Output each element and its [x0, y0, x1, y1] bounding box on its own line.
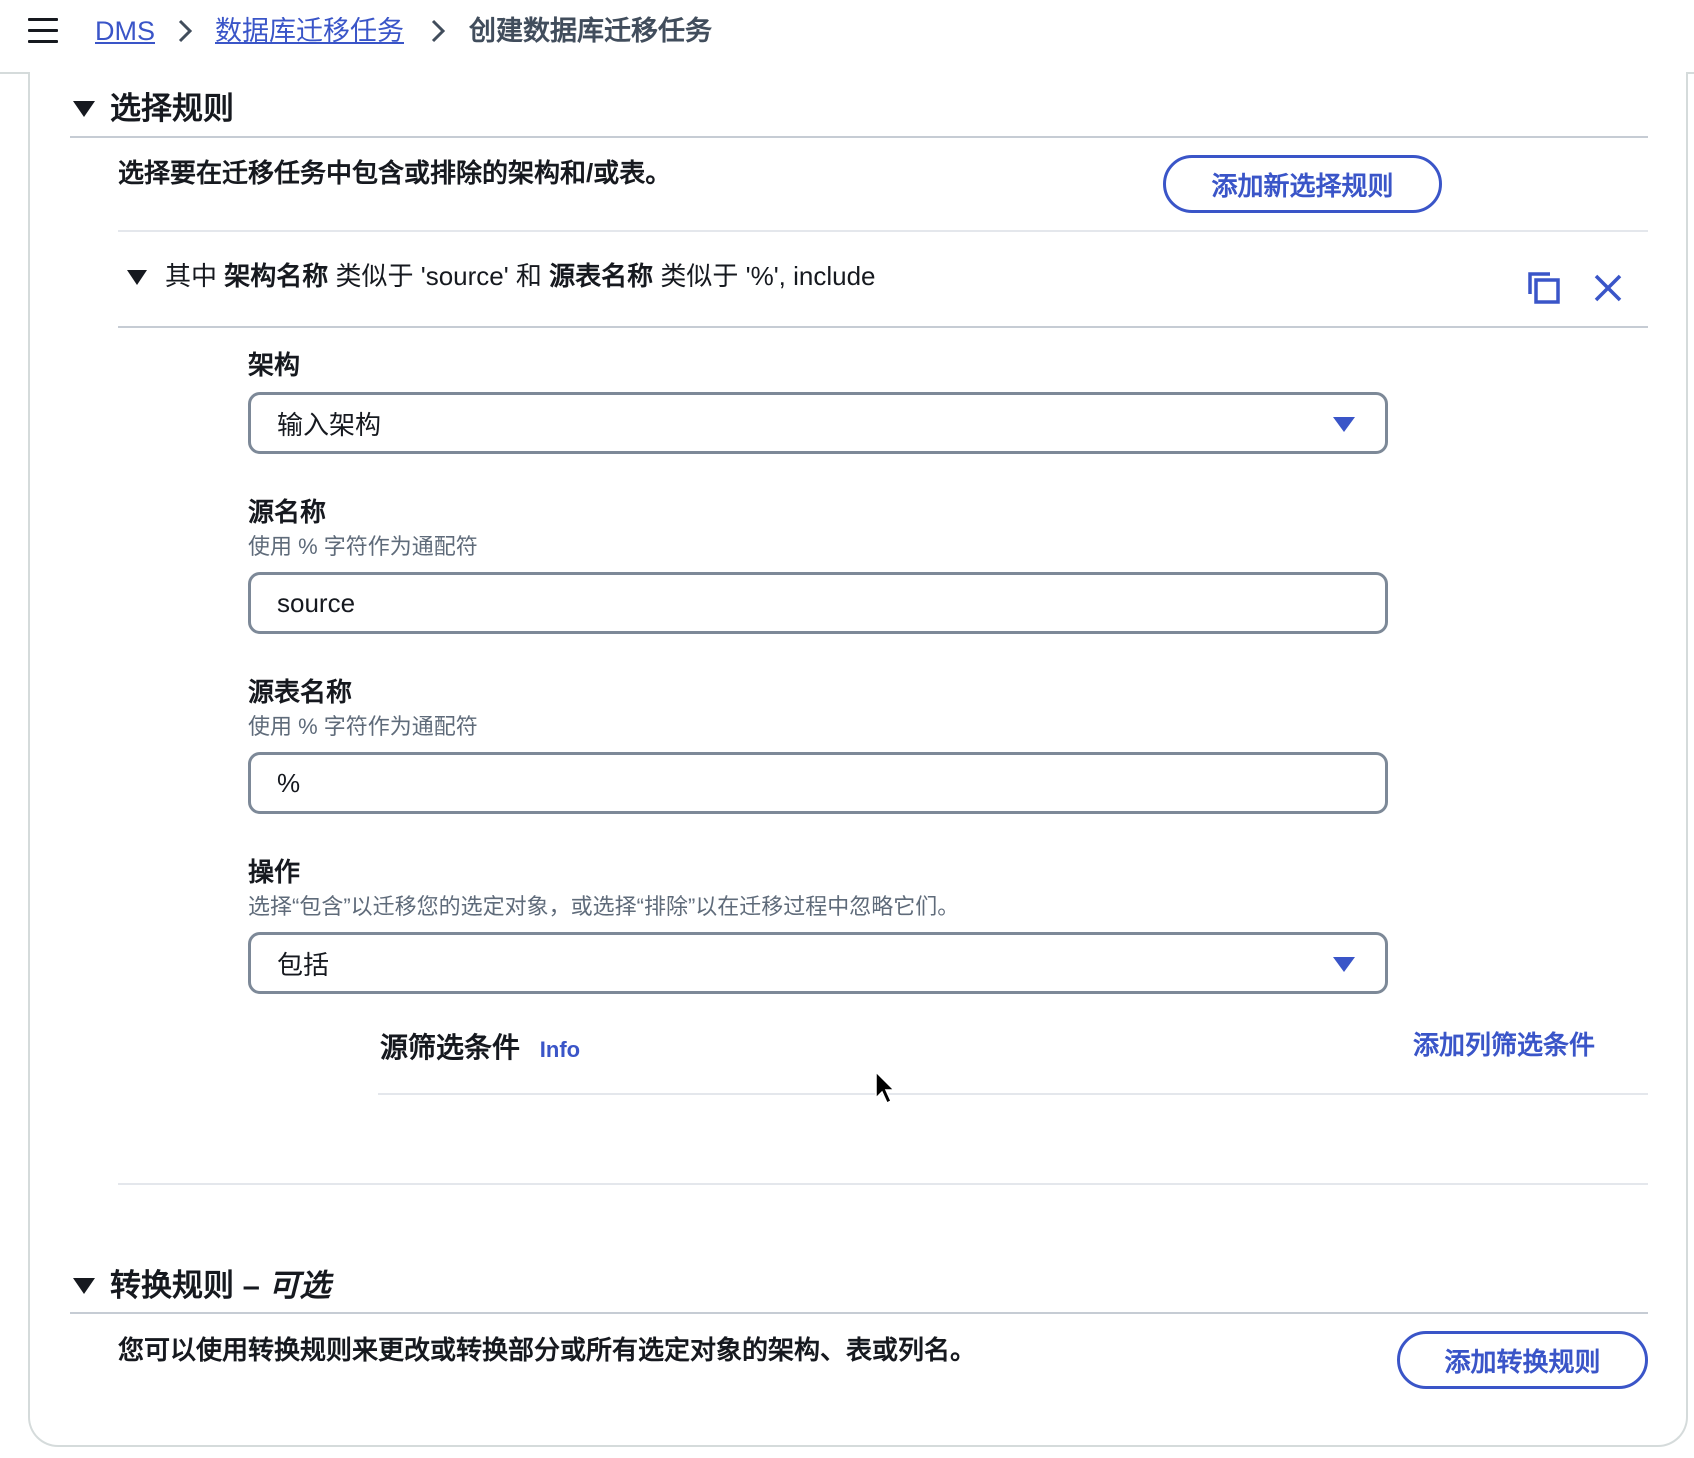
rule-summary[interactable]: 其中 架构名称 类似于 'source' 和 源表名称 类似于 '%', inc… — [165, 259, 876, 293]
transformation-rules-title[interactable]: 转换规则 – 可选 — [110, 1266, 330, 1306]
source-filter-info-link[interactable]: Info — [540, 1037, 580, 1062]
section-divider — [70, 1312, 1648, 1314]
action-select-value: 包括 — [277, 949, 330, 980]
action-select[interactable]: 包括 — [248, 932, 1388, 994]
rule-summary-prefix: 其中 — [165, 261, 218, 291]
source-filter-title-text: 源筛选条件 — [380, 1032, 521, 1063]
transformation-rules-description: 您可以使用转换规则来更改或转换部分或所有选定对象的架构、表或列名。 — [118, 1335, 977, 1365]
selection-rules-title[interactable]: 选择规则 — [110, 89, 234, 129]
schema-label: 架构 — [248, 350, 301, 380]
section-divider — [70, 136, 1648, 138]
mouse-cursor-icon — [875, 1070, 896, 1105]
caret-down-icon[interactable] — [73, 1278, 95, 1294]
caret-down-icon[interactable] — [127, 270, 147, 285]
source-name-label: 源名称 — [248, 497, 327, 527]
breadcrumb-current-page: 创建数据库迁移任务 — [469, 16, 712, 46]
source-name-hint: 使用 % 字符作为通配符 — [248, 534, 478, 559]
add-column-filter-link[interactable]: 添加列筛选条件 — [1413, 1028, 1595, 1062]
rule-summary-table-like: 类似于 '%', include — [660, 261, 876, 291]
source-name-input[interactable] — [277, 587, 1385, 619]
copy-icon[interactable] — [1526, 270, 1562, 306]
divider — [118, 326, 1648, 328]
divider — [378, 1093, 1648, 1095]
action-label: 操作 — [248, 857, 301, 887]
menu-icon[interactable] — [28, 18, 58, 44]
close-icon[interactable] — [1592, 272, 1624, 304]
add-transformation-rule-button[interactable]: 添加转换规则 — [1397, 1331, 1648, 1389]
schema-select-placeholder: 输入架构 — [277, 409, 382, 440]
schema-select[interactable]: 输入架构 — [248, 392, 1388, 454]
divider — [118, 230, 1648, 232]
add-selection-rule-button[interactable]: 添加新选择规则 — [1163, 155, 1442, 213]
dropdown-caret-icon — [1333, 957, 1355, 972]
source-name-field[interactable] — [248, 572, 1388, 634]
rule-summary-table-label: 源表名称 — [549, 261, 654, 291]
rule-summary-schema-like: 类似于 'source' 和 — [335, 261, 542, 291]
caret-down-icon[interactable] — [73, 101, 95, 117]
breadcrumb-migration-tasks[interactable]: 数据库迁移任务 — [215, 14, 404, 48]
divider — [118, 1183, 1648, 1185]
source-table-name-hint: 使用 % 字符作为通配符 — [248, 714, 478, 739]
top-navigation-bar: DMS 数据库迁移任务 创建数据库迁移任务 — [0, 0, 1694, 74]
transformation-rules-optional: 可选 — [268, 1268, 331, 1303]
source-table-name-field[interactable] — [248, 752, 1388, 814]
chevron-right-icon — [431, 19, 446, 43]
chevron-right-icon — [178, 19, 193, 43]
source-filter-title: 源筛选条件 Info — [380, 1030, 580, 1068]
source-table-name-label: 源表名称 — [248, 677, 353, 707]
action-hint: 选择“包含”以迁移您的选定对象，或选择“排除”以在迁移过程中忽略它们。 — [248, 894, 960, 919]
source-table-name-input[interactable] — [277, 767, 1385, 799]
rule-summary-schema-label: 架构名称 — [224, 261, 329, 291]
dropdown-caret-icon — [1333, 417, 1355, 432]
breadcrumb-dms[interactable]: DMS — [95, 14, 155, 48]
transformation-rules-title-text: 转换规则 – — [110, 1268, 260, 1303]
selection-rules-description: 选择要在迁移任务中包含或排除的架构和/或表。 — [118, 158, 672, 188]
